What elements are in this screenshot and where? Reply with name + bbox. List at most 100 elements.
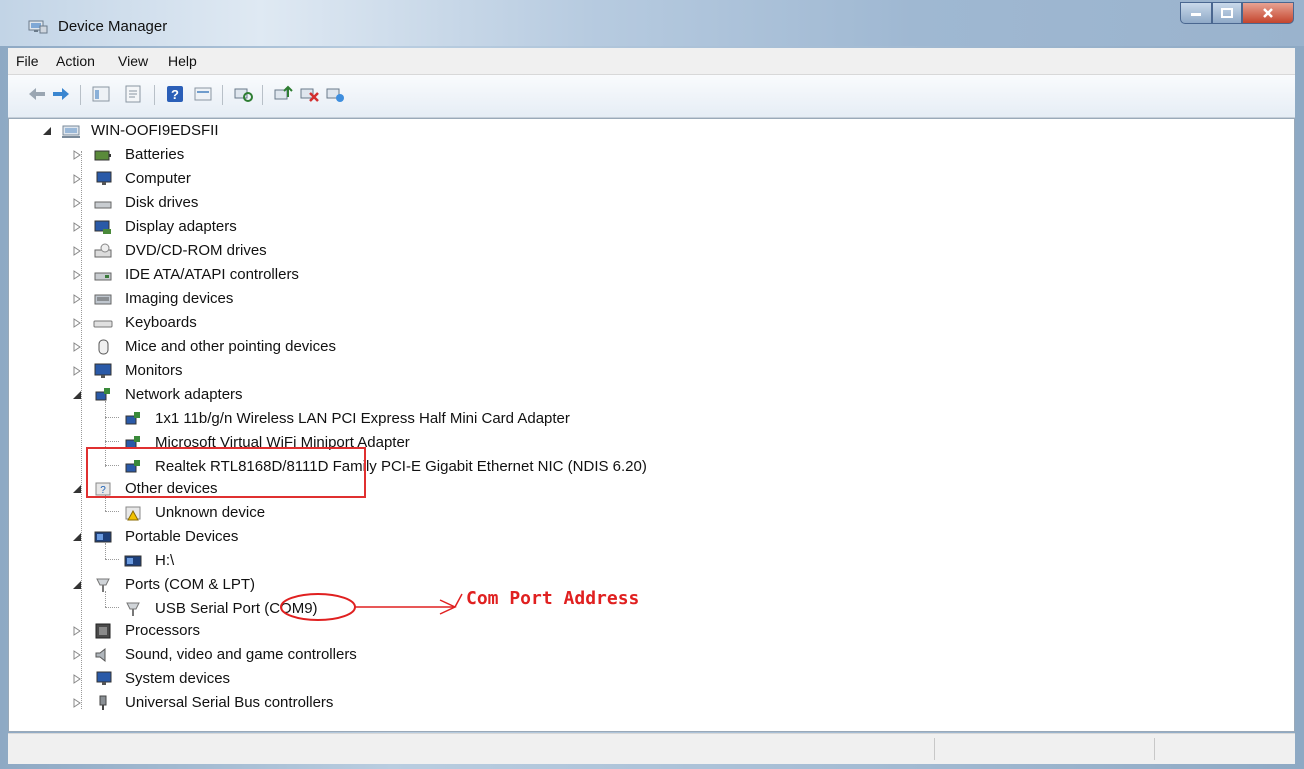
menu-help[interactable]: Help [168, 53, 197, 69]
highlight-box [86, 447, 366, 498]
tree-item-sound-controllers[interactable]: Sound, video and game controllers [9, 645, 509, 665]
back-arrow-icon[interactable] [26, 83, 48, 105]
collapse-arrow-icon[interactable] [71, 531, 83, 543]
tree-label: Mice and other pointing devices [125, 338, 336, 355]
tree-item-imaging-devices[interactable]: Imaging devices [9, 289, 409, 309]
expand-arrow-icon[interactable] [71, 341, 83, 353]
annotation-label: Com Port Address [466, 588, 640, 609]
expand-arrow-icon[interactable] [71, 673, 83, 685]
tree-label: 1x1 11b/g/n Wireless LAN PCI Express Hal… [155, 410, 570, 427]
scan-hardware-icon[interactable] [232, 83, 254, 105]
tree-item-wireless-adapter[interactable]: 1x1 11b/g/n Wireless LAN PCI Express Hal… [9, 409, 809, 429]
computer-icon [96, 171, 112, 185]
window-title: Device Manager [58, 18, 168, 35]
expand-arrow-icon[interactable] [71, 149, 83, 161]
tree-label: Sound, video and game controllers [125, 646, 357, 663]
tree-label: IDE ATA/ATAPI controllers [125, 266, 299, 283]
expand-arrow-icon[interactable] [71, 197, 83, 209]
speaker-icon [95, 647, 106, 663]
tree-label: Unknown device [155, 504, 266, 521]
computer-icon [62, 125, 80, 138]
display-adapter-icon [94, 220, 111, 234]
com-port-number: (COM9) [264, 600, 318, 617]
tree-item-monitors[interactable]: Monitors [9, 361, 409, 381]
tree-item-computer[interactable]: Computer [9, 169, 409, 189]
maximize-button[interactable] [1212, 2, 1242, 24]
tree-label: H:\ [155, 552, 175, 569]
device-tree: WIN-OOFI9EDSFII Batteries Computer Disk … [8, 118, 1295, 732]
expand-arrow-icon[interactable] [71, 365, 83, 377]
expand-arrow-icon[interactable] [71, 269, 83, 281]
status-separator [934, 738, 935, 760]
menu-view[interactable]: View [118, 53, 148, 69]
battery-icon [94, 150, 111, 161]
tree-label: Monitors [125, 362, 183, 379]
tree-item-portable-devices[interactable]: Portable Devices [9, 527, 409, 547]
expand-arrow-icon[interactable] [71, 625, 83, 637]
expand-arrow-icon[interactable] [71, 245, 83, 257]
expand-arrow-icon[interactable] [71, 173, 83, 185]
close-button[interactable] [1242, 2, 1294, 24]
toolbar-separator [80, 85, 81, 105]
tree-item-usb-controllers[interactable]: Universal Serial Bus controllers [9, 693, 509, 713]
tree-item-system-devices[interactable]: System devices [9, 669, 409, 689]
tree-item-disk-drives[interactable]: Disk drives [9, 193, 409, 213]
minimize-button[interactable] [1180, 2, 1212, 24]
monitor-icon [94, 363, 112, 378]
menu-action[interactable]: Action [56, 53, 95, 69]
tree-item-usb-serial-port[interactable]: USB Serial Port (COM9) [9, 599, 409, 619]
tree-label: Imaging devices [125, 290, 234, 307]
tree-label: Portable Devices [125, 528, 239, 545]
network-adapter-icon [95, 388, 110, 401]
svg-text:?: ? [171, 87, 179, 102]
tree-label: DVD/CD-ROM drives [125, 242, 267, 259]
tree-item-display-adapters[interactable]: Display adapters [9, 217, 409, 237]
help-icon[interactable]: ? [164, 83, 186, 105]
expand-arrow-icon[interactable] [71, 293, 83, 305]
tree-item-dvd-drives[interactable]: DVD/CD-ROM drives [9, 241, 409, 261]
enable-device-icon[interactable] [324, 83, 346, 105]
system-device-icon [96, 671, 112, 685]
menu-file[interactable]: File [16, 53, 39, 69]
tree-label: System devices [125, 670, 231, 687]
device-manager-window: Device Manager File Action View Help ? W… [0, 0, 1304, 769]
tree-item-batteries[interactable]: Batteries [9, 145, 409, 165]
show-hide-tree-icon[interactable] [90, 83, 112, 105]
tree-label: USB Serial Port (COM9) [155, 599, 318, 619]
tree-item-keyboards[interactable]: Keyboards [9, 313, 409, 333]
expand-arrow-icon[interactable] [71, 317, 83, 329]
expand-arrow-icon[interactable] [71, 221, 83, 233]
view-icon[interactable] [192, 83, 214, 105]
tree-item-ports[interactable]: Ports (COM & LPT) [9, 575, 409, 595]
update-driver-icon[interactable] [272, 83, 294, 105]
expand-arrow-icon[interactable] [71, 649, 83, 661]
tree-item-unknown-device[interactable]: Unknown device [9, 503, 409, 523]
uninstall-icon[interactable] [298, 83, 320, 105]
tree-item-network-adapters[interactable]: Network adapters [9, 385, 409, 405]
port-icon [96, 578, 110, 592]
expand-arrow-icon[interactable] [71, 697, 83, 709]
collapse-arrow-icon[interactable] [41, 125, 53, 137]
root-label: WIN-OOFI9EDSFII [91, 122, 219, 139]
properties-icon[interactable] [122, 83, 144, 105]
tree-root[interactable]: WIN-OOFI9EDSFII [9, 121, 409, 141]
portable-device-icon [124, 555, 142, 567]
collapse-arrow-icon[interactable] [71, 579, 83, 591]
device-manager-icon [28, 20, 48, 34]
tree-item-portable-h[interactable]: H:\ [9, 551, 409, 571]
port-icon [126, 602, 140, 616]
network-adapter-icon [125, 412, 140, 425]
usb-serial-port-name: USB Serial Port [155, 600, 265, 617]
tree-item-mice[interactable]: Mice and other pointing devices [9, 337, 409, 357]
tree-item-processors[interactable]: Processors [9, 621, 409, 641]
disk-drive-icon [94, 201, 112, 209]
keyboard-icon [93, 320, 113, 328]
title-bar[interactable]: Device Manager [0, 0, 1304, 46]
tree-item-ide-controllers[interactable]: IDE ATA/ATAPI controllers [9, 265, 409, 285]
forward-arrow-icon[interactable] [50, 83, 72, 105]
collapse-arrow-icon[interactable] [71, 389, 83, 401]
tree-label: Computer [125, 170, 191, 187]
tree-label: Batteries [125, 146, 185, 163]
collapse-arrow-icon[interactable] [71, 483, 83, 495]
tree-label: Disk drives [125, 194, 199, 211]
